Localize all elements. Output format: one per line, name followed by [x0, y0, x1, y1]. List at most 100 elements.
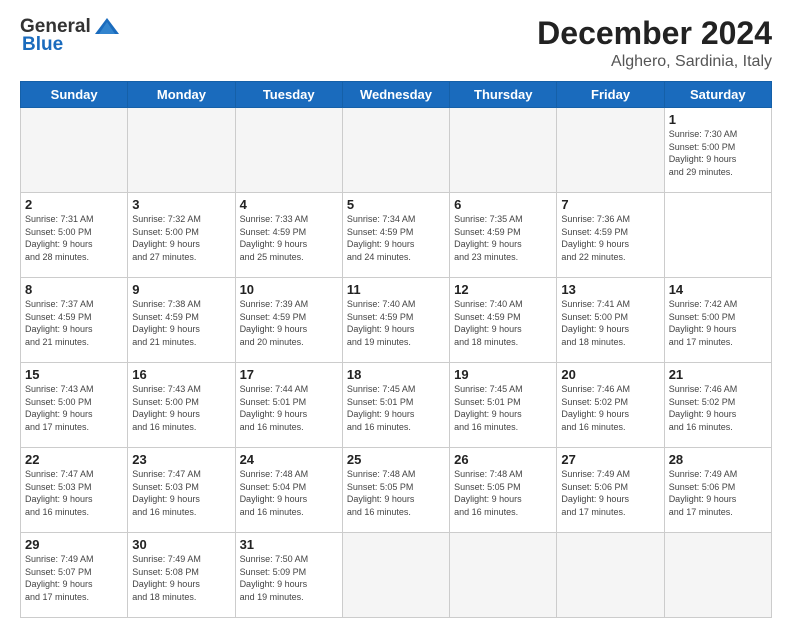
title-section: December 2024 Alghero, Sardinia, Italy: [537, 16, 772, 71]
day-info: Sunrise: 7:41 AMSunset: 5:00 PMDaylight:…: [561, 299, 630, 347]
day-number: 17: [240, 367, 338, 382]
day-number: 7: [561, 197, 659, 212]
calendar-cell-22: 22 Sunrise: 7:47 AMSunset: 5:03 PMDayligh…: [21, 448, 128, 533]
day-info: Sunrise: 7:34 AMSunset: 4:59 PMDaylight:…: [347, 214, 416, 262]
calendar-cell-empty: [235, 108, 342, 193]
day-info: Sunrise: 7:46 AMSunset: 5:02 PMDaylight:…: [561, 384, 630, 432]
calendar-cell-16: 16 Sunrise: 7:43 AMSunset: 5:00 PMDayligh…: [128, 363, 235, 448]
weekday-header-friday: Friday: [557, 82, 664, 108]
page: General Blue December 2024 Alghero, Sard…: [0, 0, 792, 612]
calendar-cell-3: 3 Sunrise: 7:32 AMSunset: 5:00 PMDaylight…: [128, 193, 235, 278]
day-number: 22: [25, 452, 123, 467]
calendar-cell-15: 15 Sunrise: 7:43 AMSunset: 5:00 PMDayligh…: [21, 363, 128, 448]
calendar-cell-empty: [342, 108, 449, 193]
calendar-cell-27: 27 Sunrise: 7:49 AMSunset: 5:06 PMDayligh…: [557, 448, 664, 533]
month-title: December 2024: [537, 16, 772, 51]
calendar-row-6: 29 Sunrise: 7:49 AMSunset: 5:07 PMDayligh…: [21, 533, 772, 618]
weekday-header-wednesday: Wednesday: [342, 82, 449, 108]
calendar-cell-empty: [557, 108, 664, 193]
calendar-cell-14: 14Sunrise: 7:42 AMSunset: 5:00 PMDayligh…: [664, 278, 771, 363]
day-number: 1: [669, 112, 767, 127]
calendar-cell-24: 24Sunrise: 7:48 AMSunset: 5:04 PMDayligh…: [235, 448, 342, 533]
day-number: 13: [561, 282, 659, 297]
day-number: 3: [132, 197, 230, 212]
calendar-cell-1: 1 Sunrise: 7:30 AMSunset: 5:00 PMDaylight…: [664, 108, 771, 193]
weekday-header-saturday: Saturday: [664, 82, 771, 108]
calendar-cell-9: 9 Sunrise: 7:38 AMSunset: 4:59 PMDaylight…: [128, 278, 235, 363]
day-number: 11: [347, 282, 445, 297]
weekday-header-thursday: Thursday: [450, 82, 557, 108]
day-info: Sunrise: 7:33 AMSunset: 4:59 PMDaylight:…: [240, 214, 309, 262]
calendar-cell-4: 4 Sunrise: 7:33 AMSunset: 4:59 PMDaylight…: [235, 193, 342, 278]
day-number: 15: [25, 367, 123, 382]
day-info: Sunrise: 7:43 AMSunset: 5:00 PMDaylight:…: [132, 384, 201, 432]
weekday-header-tuesday: Tuesday: [235, 82, 342, 108]
logo-blue: Blue: [22, 34, 63, 56]
day-number: 27: [561, 452, 659, 467]
day-info: Sunrise: 7:48 AMSunset: 5:05 PMDaylight:…: [347, 469, 416, 517]
day-info: Sunrise: 7:50 AMSunset: 5:09 PMDaylight:…: [240, 554, 309, 602]
logo-icon: [93, 16, 121, 38]
day-info: Sunrise: 7:49 AMSunset: 5:07 PMDaylight:…: [25, 554, 94, 602]
day-number: 16: [132, 367, 230, 382]
calendar-cell-10: 10 Sunrise: 7:39 AMSunset: 4:59 PMDayligh…: [235, 278, 342, 363]
day-number: 4: [240, 197, 338, 212]
day-number: 12: [454, 282, 552, 297]
calendar-header-row: SundayMondayTuesdayWednesdayThursdayFrid…: [21, 82, 772, 108]
calendar-cell-21: 21Sunrise: 7:46 AMSunset: 5:02 PMDayligh…: [664, 363, 771, 448]
day-number: 14: [669, 282, 767, 297]
day-info: Sunrise: 7:47 AMSunset: 5:03 PMDaylight:…: [132, 469, 201, 517]
day-info: Sunrise: 7:40 AMSunset: 4:59 PMDaylight:…: [454, 299, 523, 347]
calendar-cell-20: 20Sunrise: 7:46 AMSunset: 5:02 PMDayligh…: [557, 363, 664, 448]
calendar-row-4: 15 Sunrise: 7:43 AMSunset: 5:00 PMDayligh…: [21, 363, 772, 448]
day-info: Sunrise: 7:39 AMSunset: 4:59 PMDaylight:…: [240, 299, 309, 347]
weekday-header-monday: Monday: [128, 82, 235, 108]
calendar-cell-6: 6Sunrise: 7:35 AMSunset: 4:59 PMDaylight…: [450, 193, 557, 278]
day-number: 29: [25, 537, 123, 552]
location-subtitle: Alghero, Sardinia, Italy: [537, 53, 772, 71]
calendar-table: SundayMondayTuesdayWednesdayThursdayFrid…: [20, 81, 772, 618]
day-info: Sunrise: 7:35 AMSunset: 4:59 PMDaylight:…: [454, 214, 523, 262]
day-number: 9: [132, 282, 230, 297]
header: General Blue December 2024 Alghero, Sard…: [20, 16, 772, 71]
calendar-cell-12: 12 Sunrise: 7:40 AMSunset: 4:59 PMDayligh…: [450, 278, 557, 363]
day-number: 30: [132, 537, 230, 552]
calendar-cell-empty: [450, 108, 557, 193]
day-info: Sunrise: 7:43 AMSunset: 5:00 PMDaylight:…: [25, 384, 94, 432]
day-info: Sunrise: 7:38 AMSunset: 4:59 PMDaylight:…: [132, 299, 201, 347]
day-info: Sunrise: 7:49 AMSunset: 5:06 PMDaylight:…: [669, 469, 738, 517]
calendar-cell-18: 18Sunrise: 7:45 AMSunset: 5:01 PMDayligh…: [342, 363, 449, 448]
day-info: Sunrise: 7:48 AMSunset: 5:05 PMDaylight:…: [454, 469, 523, 517]
day-info: Sunrise: 7:44 AMSunset: 5:01 PMDaylight:…: [240, 384, 309, 432]
day-number: 5: [347, 197, 445, 212]
day-info: Sunrise: 7:49 AMSunset: 5:06 PMDaylight:…: [561, 469, 630, 517]
calendar-cell-empty: [664, 533, 771, 618]
weekday-header-sunday: Sunday: [21, 82, 128, 108]
day-info: Sunrise: 7:31 AMSunset: 5:00 PMDaylight:…: [25, 214, 94, 262]
day-number: 8: [25, 282, 123, 297]
calendar-cell-8: 8Sunrise: 7:37 AMSunset: 4:59 PMDaylight…: [21, 278, 128, 363]
calendar-cell-17: 17 Sunrise: 7:44 AMSunset: 5:01 PMDayligh…: [235, 363, 342, 448]
day-info: Sunrise: 7:40 AMSunset: 4:59 PMDaylight:…: [347, 299, 416, 347]
calendar-cell-5: 5 Sunrise: 7:34 AMSunset: 4:59 PMDaylight…: [342, 193, 449, 278]
day-number: 19: [454, 367, 552, 382]
day-number: 31: [240, 537, 338, 552]
day-info: Sunrise: 7:30 AMSunset: 5:00 PMDaylight:…: [669, 129, 738, 177]
day-number: 10: [240, 282, 338, 297]
day-info: Sunrise: 7:47 AMSunset: 5:03 PMDaylight:…: [25, 469, 94, 517]
calendar-cell-7: 7 Sunrise: 7:36 AMSunset: 4:59 PMDaylight…: [557, 193, 664, 278]
day-info: Sunrise: 7:32 AMSunset: 5:00 PMDaylight:…: [132, 214, 201, 262]
calendar-row-1: 1 Sunrise: 7:30 AMSunset: 5:00 PMDaylight…: [21, 108, 772, 193]
calendar-cell-28: 28Sunrise: 7:49 AMSunset: 5:06 PMDayligh…: [664, 448, 771, 533]
calendar-cell-empty: [21, 108, 128, 193]
calendar-row-5: 22 Sunrise: 7:47 AMSunset: 5:03 PMDayligh…: [21, 448, 772, 533]
calendar-cell-empty: [557, 533, 664, 618]
calendar-cell-empty: [450, 533, 557, 618]
calendar-cell-11: 11 Sunrise: 7:40 AMSunset: 4:59 PMDayligh…: [342, 278, 449, 363]
calendar-cell-25: 25Sunrise: 7:48 AMSunset: 5:05 PMDayligh…: [342, 448, 449, 533]
day-number: 21: [669, 367, 767, 382]
calendar-row-2: 2Sunrise: 7:31 AMSunset: 5:00 PMDaylight…: [21, 193, 772, 278]
calendar-cell-23: 23Sunrise: 7:47 AMSunset: 5:03 PMDayligh…: [128, 448, 235, 533]
calendar-cell-19: 19Sunrise: 7:45 AMSunset: 5:01 PMDayligh…: [450, 363, 557, 448]
day-info: Sunrise: 7:36 AMSunset: 4:59 PMDaylight:…: [561, 214, 630, 262]
